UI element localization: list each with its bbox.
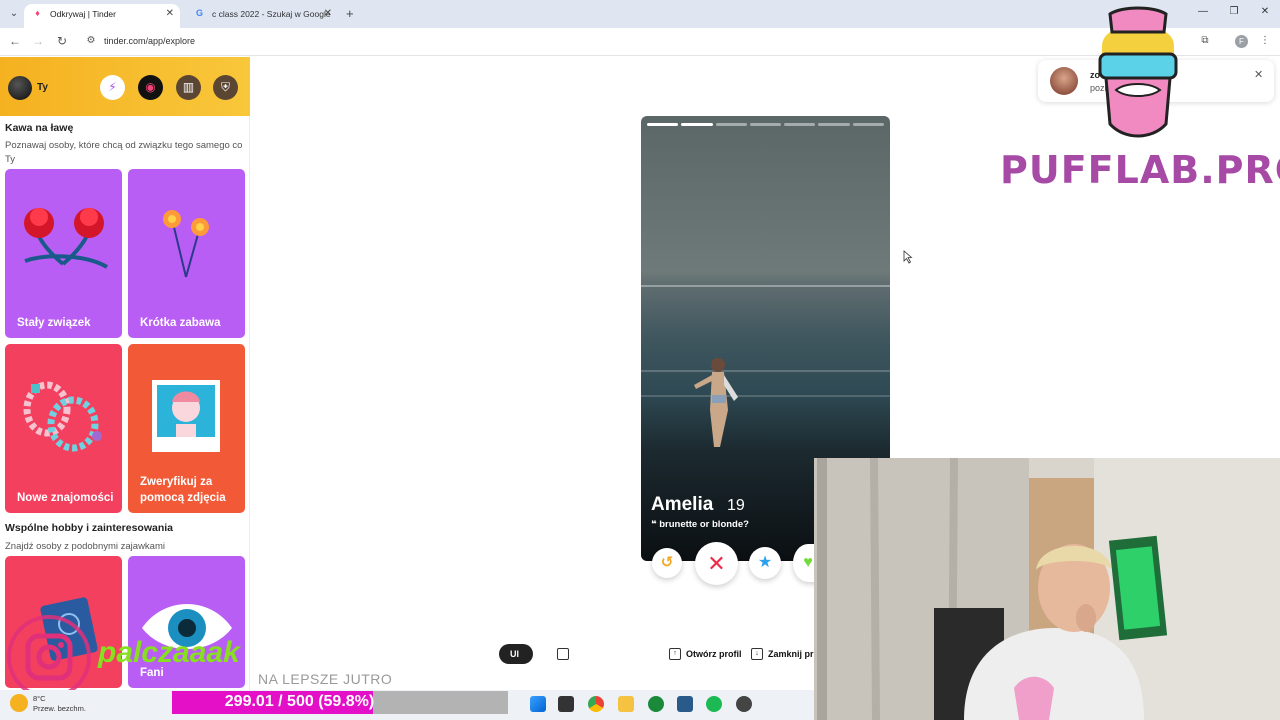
- photo-progress-segment[interactable]: [852, 123, 884, 126]
- card-zweryfikuj[interactable]: Zweryfikuj za pomocą zdjęcia: [128, 344, 245, 513]
- photo-progress-segment[interactable]: [818, 123, 850, 126]
- reload-icon[interactable]: ↻: [55, 34, 69, 48]
- super-like-button[interactable]: ★: [749, 547, 781, 579]
- card-nowe-znajomosci[interactable]: Nowe znajomości: [5, 344, 122, 513]
- card-staly-zwiazek[interactable]: Stały związek: [5, 169, 122, 338]
- card-krotka-zabawa[interactable]: Krótka zabawa: [128, 169, 245, 338]
- photo-progress-segment[interactable]: [784, 123, 816, 126]
- folder-icon[interactable]: [618, 696, 634, 712]
- mouse-cursor-icon: [903, 250, 913, 264]
- photo-progress-segment[interactable]: [715, 123, 747, 126]
- photo-progress-segment[interactable]: [647, 123, 679, 126]
- section-subtitle: Poznawaj osoby, które chcą od związku te…: [5, 140, 243, 165]
- close-icon[interactable]: ✕: [1254, 68, 1263, 81]
- tinder-flame-icon: ♦: [35, 8, 40, 18]
- windows-start-icon[interactable]: [530, 696, 546, 712]
- mascot-logo: [1098, 6, 1178, 138]
- google-icon: G: [195, 8, 203, 18]
- window-close-icon[interactable]: ✕: [1258, 6, 1272, 17]
- sparkler-icon: [163, 210, 209, 278]
- close-icon: ✕: [707, 551, 726, 576]
- streamer-name: palczaaak: [98, 636, 240, 669]
- open-profile-shortcut[interactable]: ↑ Otwórz profil: [669, 644, 742, 664]
- slogan-text: NA LEPSZE JUTRO: [258, 671, 393, 687]
- briefcase-icon[interactable]: ▥: [176, 75, 201, 100]
- card-label: Zweryfikuj za pomocą zdjęcia: [140, 476, 226, 504]
- section-subtitle: Znajdź osoby z podobnymi zajawkami: [5, 541, 165, 552]
- section-title: Wspólne hobby i zainteresowania: [5, 522, 174, 534]
- heart-icon: ♥: [803, 554, 813, 571]
- webcam-feed: [814, 458, 1280, 720]
- close-tab-icon[interactable]: ✕: [324, 4, 332, 24]
- bracelets-icon: [23, 381, 102, 452]
- weather-icon[interactable]: [10, 694, 28, 712]
- key-icon: ↓: [751, 647, 763, 660]
- key-icon: ↑: [669, 647, 681, 660]
- rewind-button[interactable]: ↺: [652, 548, 682, 578]
- avatar: [1050, 67, 1078, 95]
- task-view-icon[interactable]: [558, 696, 574, 712]
- wave-line: [641, 370, 890, 372]
- url-field[interactable]: tinder.com/app/explore: [104, 36, 195, 46]
- roses-icon: [24, 208, 109, 269]
- webcam-scene: [814, 458, 1280, 720]
- shortcut-hidden-item[interactable]: [557, 644, 667, 664]
- goal-text: 299.01 / 500 (59.8%): [224, 693, 375, 710]
- extensions-icon[interactable]: ⧉: [1198, 35, 1212, 46]
- spotify-icon[interactable]: [706, 696, 722, 712]
- weather-desc: Przew. bezchm.: [33, 704, 86, 713]
- tab-google[interactable]: G c class 2022 - Szukaj w Google ✕: [186, 4, 338, 28]
- instagram-icon: [7, 615, 91, 699]
- boost-icon[interactable]: ⚡: [100, 75, 125, 100]
- obs-icon[interactable]: [648, 696, 664, 712]
- pufflab-brand: PUFFLAB.PRO: [1000, 148, 1280, 192]
- profile-bio-text: brunette or blonde?: [659, 519, 749, 530]
- card-label: Nowe znajomości: [17, 492, 114, 504]
- back-icon[interactable]: ←: [8, 34, 22, 48]
- nope-button[interactable]: ✕: [695, 542, 738, 585]
- more-menu-icon[interactable]: ⋮: [1258, 35, 1272, 46]
- profile-avatar[interactable]: F: [1235, 35, 1248, 48]
- avatar[interactable]: [8, 76, 32, 100]
- minimize-icon[interactable]: —: [1196, 6, 1210, 17]
- key-icon: [557, 647, 569, 660]
- section-title: Kawa na ławę: [5, 122, 74, 134]
- site-info-icon[interactable]: ⚙: [84, 35, 98, 46]
- close-tab-icon[interactable]: ✕: [166, 4, 174, 24]
- app-icon[interactable]: [677, 696, 693, 712]
- shield-icon[interactable]: ⛨: [213, 75, 238, 100]
- shortcut-label: Ul: [510, 649, 519, 659]
- tab-title: c class 2022 - Szukaj w Google: [212, 9, 331, 19]
- tab-tinder[interactable]: ♦ Odkrywaj | Tinder ✕: [24, 4, 180, 28]
- explore-icon[interactable]: ◉: [138, 75, 163, 100]
- close-profile-shortcut[interactable]: ↓ Zamknij pr: [751, 644, 814, 664]
- photo-progress-segment[interactable]: [681, 123, 713, 126]
- new-tab-button[interactable]: +: [346, 6, 354, 21]
- forward-icon[interactable]: →: [31, 34, 45, 48]
- rewind-icon: ↺: [660, 554, 674, 571]
- wave-line: [641, 395, 890, 397]
- profile-name: Amelia: [651, 494, 714, 515]
- star-icon: ★: [757, 554, 773, 571]
- restore-icon[interactable]: ❐: [1227, 6, 1241, 17]
- shortcut-label: Zamknij pr: [768, 649, 814, 659]
- shortcut-label: Otwórz profil: [686, 649, 742, 659]
- profile-age: 19: [727, 497, 745, 514]
- profile-label[interactable]: Ty: [37, 82, 48, 93]
- profile-bio: ❝ brunette or blonde?: [651, 519, 749, 530]
- horizon-line: [641, 285, 890, 287]
- card-label: Krótka zabawa: [140, 317, 221, 329]
- shortcut-pill[interactable]: Ul: [499, 644, 533, 664]
- tab-title: Odkrywaj | Tinder: [50, 9, 116, 19]
- card-label: Stały związek: [17, 317, 91, 329]
- app-icon[interactable]: [736, 696, 752, 712]
- chrome-icon[interactable]: [588, 696, 604, 712]
- weather-temp: 8°C: [33, 694, 46, 703]
- tab-search-chevron-icon[interactable]: ⌄: [6, 6, 22, 22]
- profile-photo-person: [694, 358, 738, 447]
- quote-icon: ❝: [651, 519, 657, 530]
- photo-progress-segment[interactable]: [749, 123, 782, 126]
- weather-widget[interactable]: 8°C Przew. bezchm.: [33, 694, 86, 714]
